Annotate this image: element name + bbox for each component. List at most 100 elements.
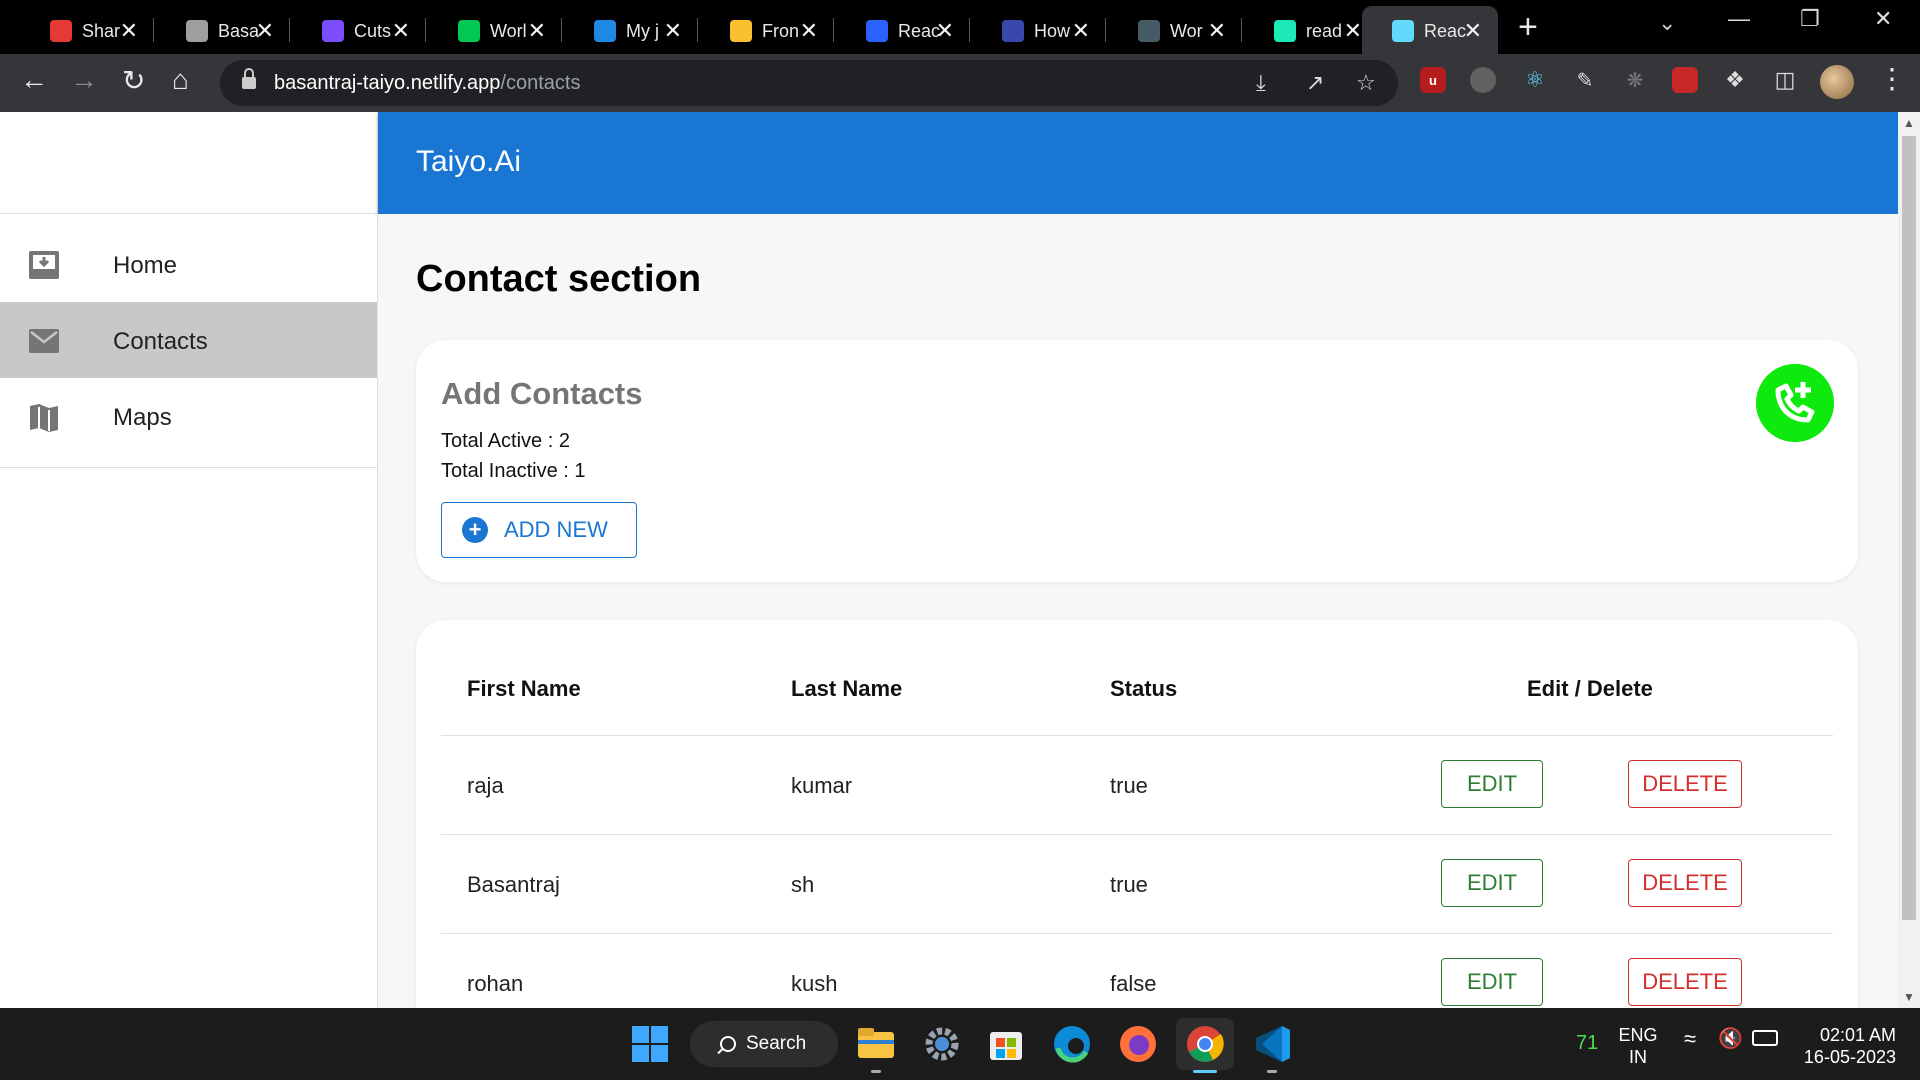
minimize-icon[interactable]: — (1728, 6, 1750, 32)
react-devtools-icon[interactable]: ⚛ (1522, 67, 1548, 93)
home-icon[interactable]: ⌂ (172, 64, 189, 96)
browser-tab[interactable]: read ✕ (1244, 6, 1378, 54)
forward-icon[interactable]: → (70, 64, 98, 96)
header-first-name: First Name (467, 676, 581, 701)
restore-icon[interactable]: ❐ (1800, 6, 1820, 32)
mail-icon (29, 329, 59, 353)
wifi-icon[interactable]: ≈ (1684, 1028, 1696, 1050)
nav-item-home[interactable]: Home (0, 226, 377, 302)
edit-button[interactable]: EDIT (1441, 958, 1543, 1006)
tab-close-icon[interactable]: ✕ (1208, 18, 1226, 44)
new-tab-button[interactable]: + (1518, 8, 1538, 47)
bookmark-star-icon[interactable]: ☆ (1356, 70, 1376, 96)
app-bar: Taiyo.Ai (378, 112, 1898, 214)
map-icon (30, 404, 58, 432)
header-edit-delete: Edit / Delete (1527, 676, 1653, 701)
tab-close-icon[interactable]: ✕ (936, 18, 954, 44)
nav-label: Contacts (113, 328, 208, 355)
tab-close-icon[interactable]: ✕ (800, 18, 818, 44)
tab-favicon-icon (1274, 20, 1296, 42)
page-scrollbar[interactable]: ▲ ▼ (1898, 112, 1920, 1008)
edit-button[interactable]: EDIT (1441, 859, 1543, 907)
add-new-button[interactable]: + ADD NEW (441, 502, 637, 558)
browser-tab[interactable]: Shar ✕ (20, 6, 154, 54)
taskbar-search-label: Search (746, 1033, 807, 1054)
tab-favicon-icon (866, 20, 888, 42)
tab-favicon-icon (1392, 20, 1414, 42)
browser-tab[interactable]: Worl ✕ (428, 6, 562, 54)
tab-label: Reac (898, 21, 940, 41)
tab-close-icon[interactable]: ✕ (1072, 18, 1090, 44)
tab-close-icon[interactable]: ✕ (120, 18, 138, 44)
battery-icon[interactable] (1752, 1030, 1778, 1046)
calendar-extension-icon[interactable] (1672, 67, 1698, 93)
tab-close-icon[interactable]: ✕ (1464, 18, 1482, 44)
nav-item-contacts[interactable]: Contacts (0, 302, 377, 378)
reload-icon[interactable]: ↻ (122, 64, 145, 97)
brand-title: Taiyo.Ai (416, 145, 522, 178)
tab-favicon-icon (594, 20, 616, 42)
pen-extension-icon[interactable]: ✎ (1572, 67, 1598, 93)
taskbar-search[interactable]: Search (690, 1021, 838, 1067)
nav-item-maps[interactable]: Maps (0, 378, 377, 454)
tab-close-icon[interactable]: ✕ (1344, 18, 1362, 44)
url-text: basantraj-taiyo.netlify.app/contacts (274, 72, 581, 94)
tab-label: read (1306, 21, 1343, 41)
add-new-label: ADD NEW (504, 517, 608, 542)
cell-status: true (1110, 773, 1148, 798)
volume-muted-icon[interactable]: 🔇 (1718, 1028, 1743, 1050)
menu-kebab-icon[interactable]: ⋮ (1878, 62, 1906, 95)
windows-start-icon[interactable] (628, 1022, 672, 1066)
cell-last-name: kumar (791, 773, 853, 798)
browser-tab[interactable]: How ✕ (972, 6, 1106, 54)
back-icon[interactable]: ← (20, 64, 48, 96)
cell-last-name: sh (791, 872, 815, 897)
address-bar[interactable]: basantraj-taiyo.netlify.app/contacts ⤓ ↗… (220, 60, 1398, 106)
vscode-icon[interactable] (1250, 1022, 1294, 1066)
browser-tab[interactable]: Reac ✕ (1362, 6, 1498, 54)
tab-search-icon[interactable]: ⌄ (1658, 10, 1676, 36)
edge-browser-icon[interactable] (1050, 1022, 1094, 1066)
delete-button[interactable]: DELETE (1628, 760, 1742, 808)
browser-tab[interactable]: My j ✕ (564, 6, 698, 54)
tab-close-icon[interactable]: ✕ (664, 18, 682, 44)
scroll-thumb[interactable] (1902, 136, 1916, 920)
browser-tab[interactable]: Basa ✕ (156, 6, 290, 54)
scroll-up-icon[interactable]: ▲ (1903, 116, 1915, 130)
window-close-icon[interactable]: ✕ (1874, 6, 1892, 32)
settings-gear-icon[interactable] (920, 1022, 964, 1066)
share-icon[interactable]: ↗ (1306, 70, 1324, 96)
ublock-extension-icon[interactable]: u (1420, 67, 1446, 93)
file-explorer-icon[interactable] (854, 1022, 898, 1066)
bug-extension-icon[interactable]: ❋ (1622, 67, 1648, 93)
browser-tab[interactable]: Reac ✕ (836, 6, 970, 54)
language-indicator[interactable]: ENG IN (1618, 1024, 1658, 1068)
edit-button[interactable]: EDIT (1441, 760, 1543, 808)
scroll-down-icon[interactable]: ▼ (1903, 990, 1915, 1004)
page-title: Contact section (416, 258, 702, 300)
firefox-icon[interactable] (1116, 1022, 1160, 1066)
tab-close-icon[interactable]: ✕ (392, 18, 410, 44)
chrome-icon[interactable] (1183, 1022, 1227, 1066)
add-call-icon[interactable] (1756, 364, 1834, 442)
globe-extension-icon[interactable] (1470, 67, 1496, 93)
microsoft-store-icon[interactable] (984, 1022, 1028, 1066)
delete-button[interactable]: DELETE (1628, 958, 1742, 1006)
profile-avatar[interactable] (1820, 65, 1854, 99)
browser-tab[interactable]: Wor ✕ (1108, 6, 1242, 54)
install-icon[interactable]: ⤓ (1256, 70, 1266, 96)
tab-close-icon[interactable]: ✕ (256, 18, 274, 44)
extensions-puzzle-icon[interactable]: ❖ (1722, 67, 1748, 93)
cell-first-name: Basantraj (467, 872, 560, 897)
tab-close-icon[interactable]: ✕ (528, 18, 546, 44)
clock[interactable]: 02:01 AM 16-05-2023 (1796, 1024, 1896, 1068)
side-drawer: Home Contacts Maps (0, 112, 378, 1008)
browser-tab[interactable]: Fron ✕ (700, 6, 834, 54)
browser-tab[interactable]: Cuts ✕ (292, 6, 426, 54)
temperature-text[interactable]: 71 (1576, 1032, 1598, 1054)
lang-line-2: IN (1629, 1047, 1647, 1067)
tab-label: Worl (490, 21, 527, 41)
side-panel-icon[interactable]: ◫ (1772, 67, 1798, 93)
cell-last-name: kush (791, 971, 838, 996)
delete-button[interactable]: DELETE (1628, 859, 1742, 907)
